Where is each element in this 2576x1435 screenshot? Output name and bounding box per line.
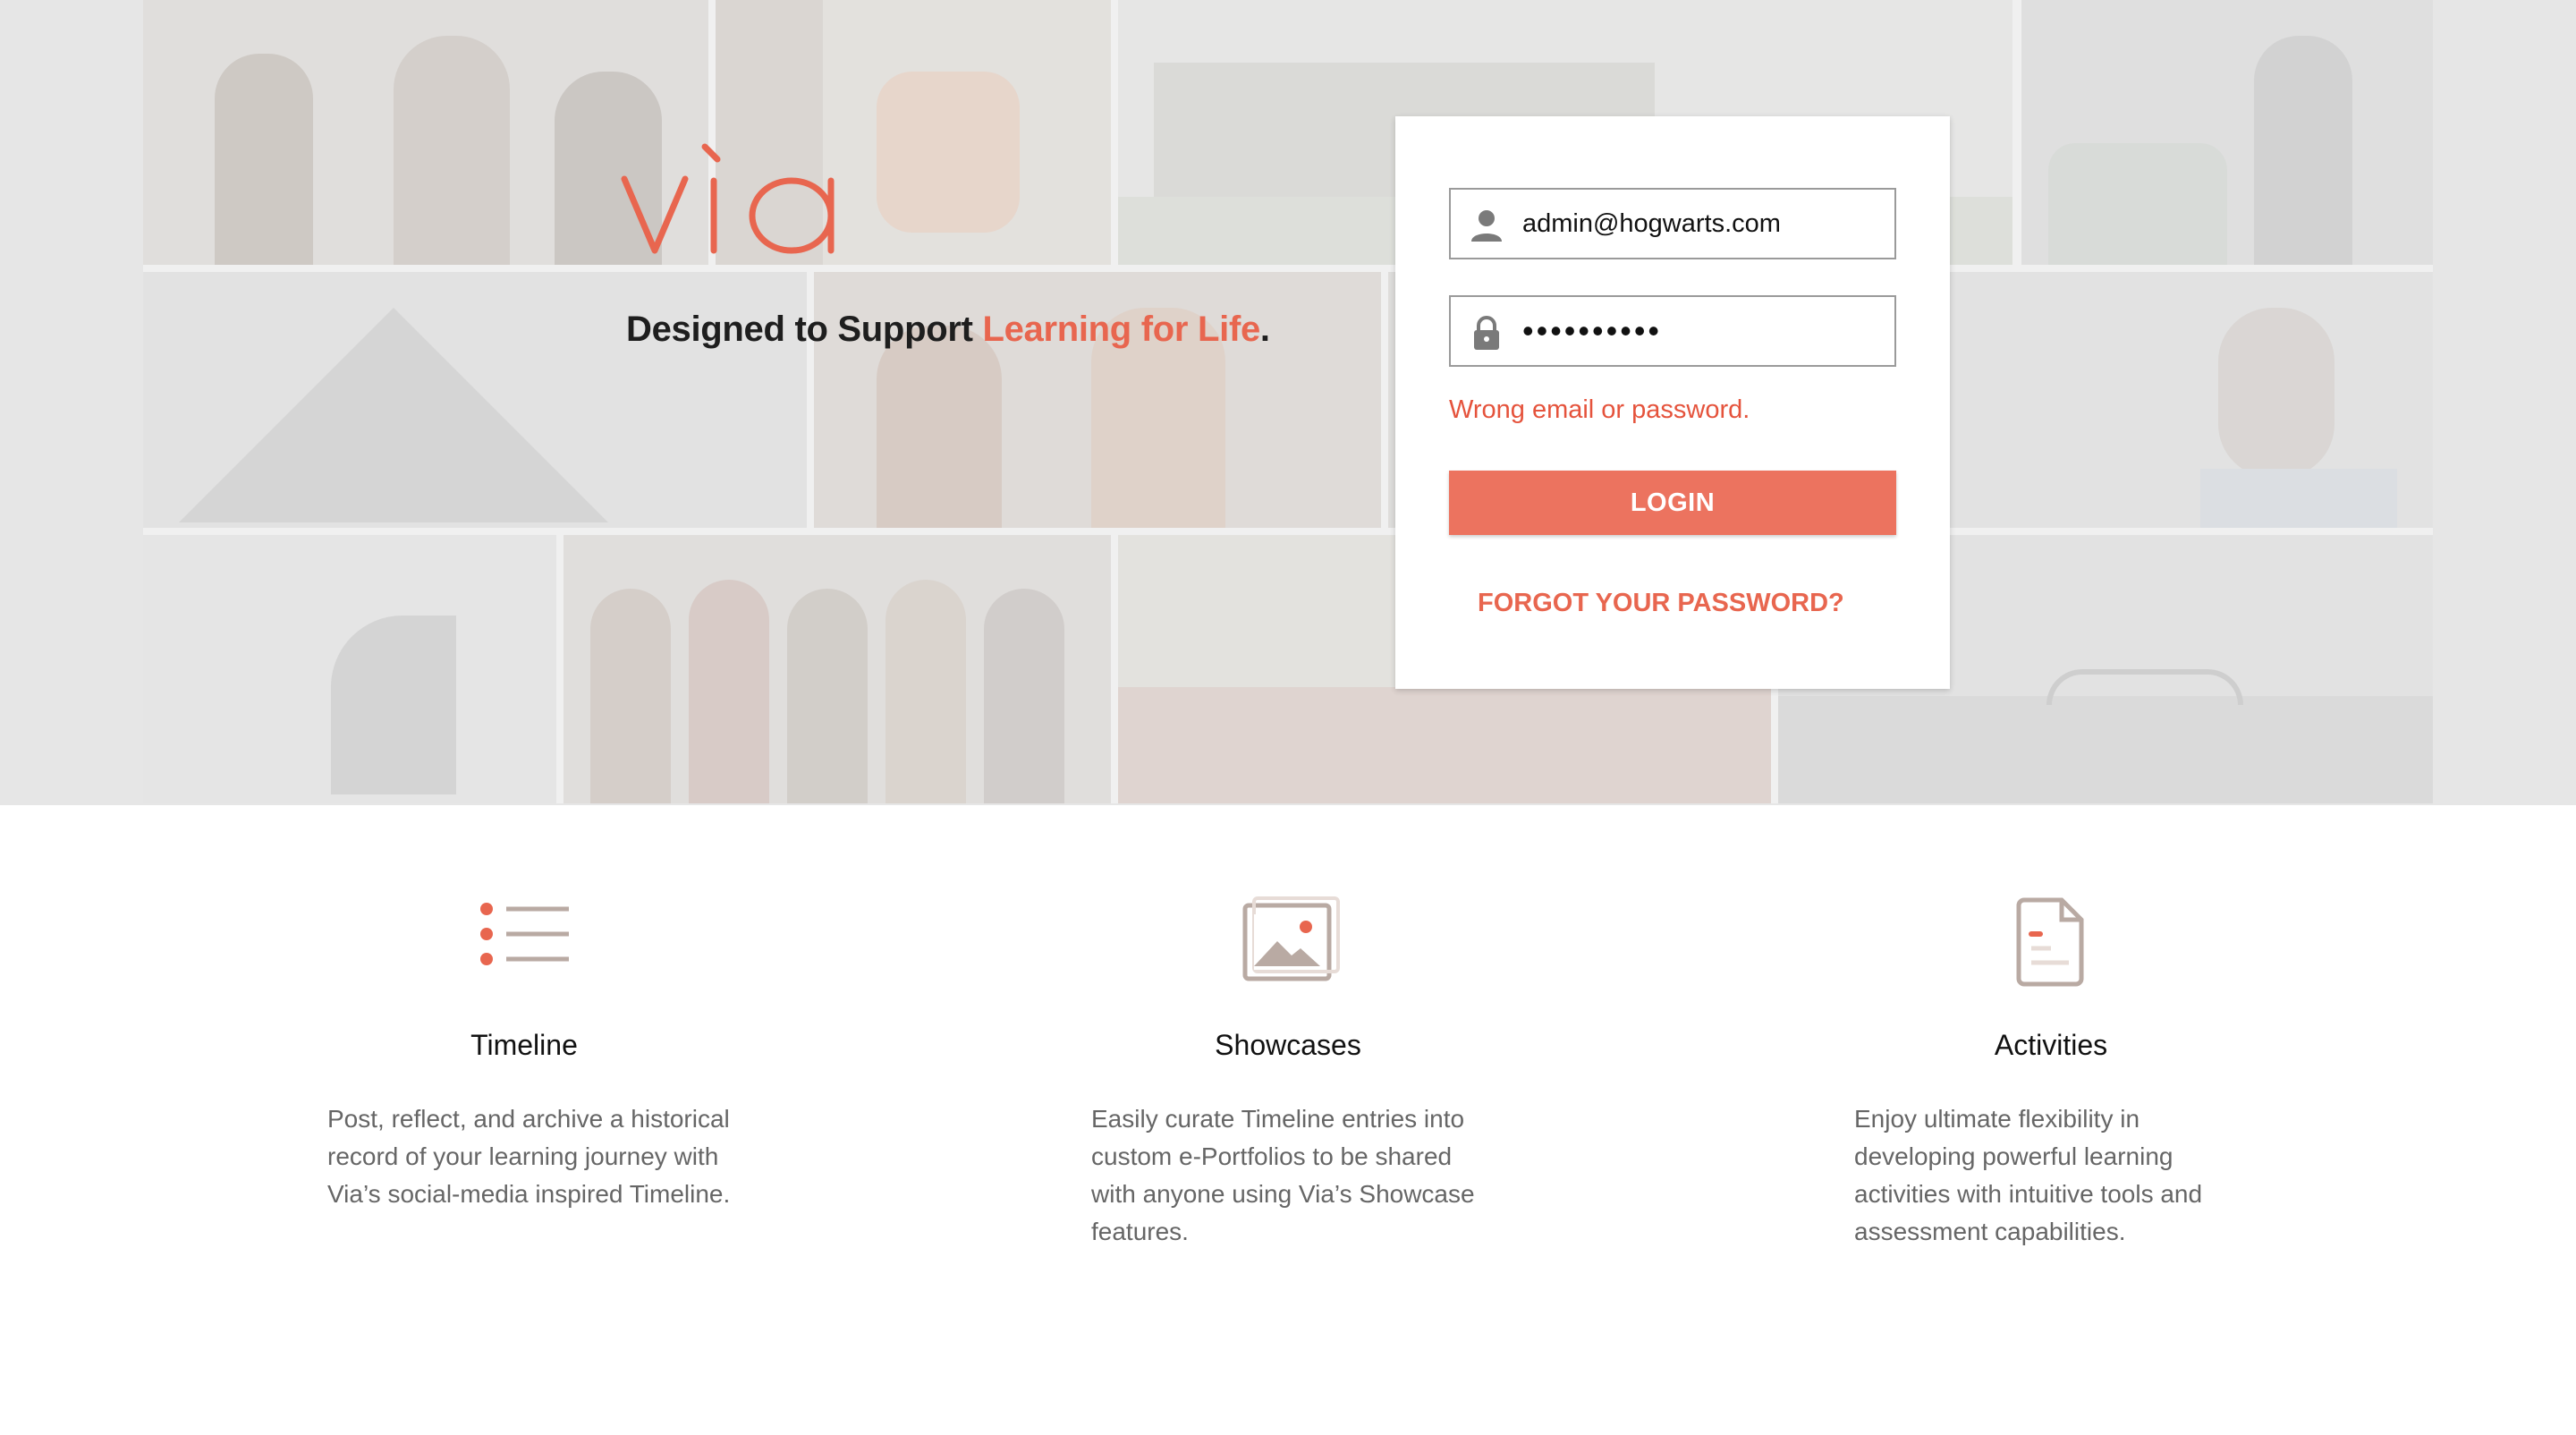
- user-icon: [1471, 210, 1502, 242]
- feature-timeline-description: Post, reflect, and archive a historical …: [327, 1105, 731, 1208]
- forgot-password-link[interactable]: FORGOT YOUR PASSWORD?: [1478, 589, 1844, 618]
- collage-light-overlay: [143, 0, 2433, 803]
- image-icon: [1242, 896, 1340, 981]
- feature-activities-description: Enjoy ultimate flexibility in developing…: [1854, 1105, 2203, 1245]
- tagline-suffix: .: [1259, 310, 1270, 349]
- tagline-accent: Learning for Life: [982, 310, 1260, 349]
- feature-showcases-title: Showcases: [1215, 1029, 1361, 1061]
- password-field[interactable]: [1449, 295, 1896, 367]
- email-input[interactable]: [1522, 190, 1880, 258]
- feature-activities-title: Activities: [1994, 1029, 2108, 1061]
- list-icon: [480, 903, 569, 965]
- login-button[interactable]: LOGIN: [1449, 471, 1896, 535]
- via-logo: [621, 143, 835, 254]
- lock-icon: [1474, 316, 1499, 350]
- hero-section: Designed to Support Learning for Life. W…: [0, 0, 2576, 805]
- login-error-message: Wrong email or password.: [1449, 395, 1750, 424]
- feature-showcases-description: Easily curate Timeline entries into cust…: [1091, 1105, 1475, 1245]
- email-field[interactable]: [1449, 188, 1896, 259]
- password-input[interactable]: [1522, 297, 1880, 365]
- tagline: Designed to Support Learning for Life.: [626, 310, 1270, 350]
- feature-timeline-title: Timeline: [470, 1029, 578, 1061]
- document-icon: [2016, 897, 2084, 987]
- login-card: Wrong email or password. LOGIN FORGOT YO…: [1395, 116, 1950, 689]
- tagline-prefix: Designed to Support: [626, 310, 983, 349]
